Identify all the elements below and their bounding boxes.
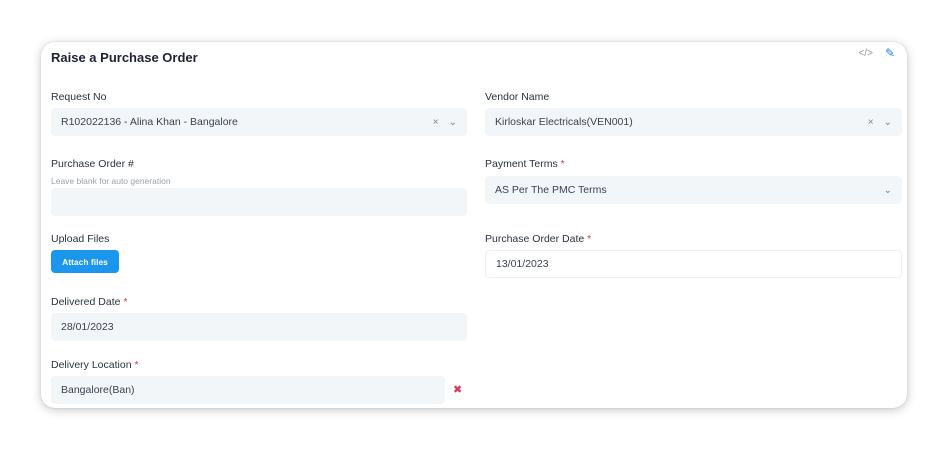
required-marker: * bbox=[134, 359, 139, 371]
header-actions: </> ✎ bbox=[858, 46, 895, 60]
remove-location-icon[interactable]: ✖ bbox=[453, 383, 462, 396]
vendor-name-select[interactable]: Kirloskar Electricals(VEN001) × ⌄ bbox=[485, 108, 902, 136]
purchase-order-date-value: 13/01/2023 bbox=[496, 258, 549, 270]
payment-terms-label-text: Payment Terms bbox=[485, 158, 558, 170]
vendor-name-label: Vendor Name bbox=[485, 91, 550, 103]
purchase-order-number-hint: Leave blank for auto generation bbox=[51, 176, 171, 186]
delivered-date-input[interactable]: 28/01/2023 bbox=[51, 313, 467, 341]
delivered-date-label-text: Delivered Date bbox=[51, 296, 121, 308]
chevron-down-icon[interactable]: ⌄ bbox=[449, 117, 457, 128]
payment-terms-label: Payment Terms * bbox=[485, 158, 565, 170]
delivery-location-label: Delivery Location * bbox=[51, 359, 139, 371]
required-marker: * bbox=[560, 158, 565, 170]
payment-terms-value: AS Per The PMC Terms bbox=[495, 184, 607, 196]
purchase-order-form: Raise a Purchase Order </> ✎ Request No … bbox=[41, 42, 907, 408]
purchase-order-date-label: Purchase Order Date * bbox=[485, 233, 591, 245]
purchase-order-number-label: Purchase Order # bbox=[51, 158, 134, 170]
request-no-label: Request No bbox=[51, 91, 107, 103]
clear-icon[interactable]: × bbox=[433, 117, 439, 128]
purchase-order-date-input[interactable]: 13/01/2023 bbox=[485, 250, 902, 278]
code-icon[interactable]: </> bbox=[858, 48, 872, 59]
payment-terms-select[interactable]: AS Per The PMC Terms ⌄ bbox=[485, 176, 902, 204]
delivery-location-label-text: Delivery Location bbox=[51, 359, 132, 371]
vendor-name-value: Kirloskar Electricals(VEN001) bbox=[495, 116, 633, 128]
attach-files-button[interactable]: Attach files bbox=[51, 250, 119, 273]
required-marker: * bbox=[123, 296, 128, 308]
form-title: Raise a Purchase Order bbox=[51, 50, 198, 65]
purchase-order-number-input[interactable] bbox=[51, 188, 467, 216]
delivery-location-value: Bangalore(Ban) bbox=[61, 384, 135, 396]
chevron-down-icon[interactable]: ⌄ bbox=[884, 117, 892, 128]
request-no-select[interactable]: R102022136 - Alina Khan - Bangalore × ⌄ bbox=[51, 108, 467, 136]
pencil-icon[interactable]: ✎ bbox=[885, 46, 895, 60]
purchase-order-date-label-text: Purchase Order Date bbox=[485, 233, 585, 245]
upload-files-label: Upload Files bbox=[51, 233, 110, 245]
required-marker: * bbox=[587, 233, 592, 245]
delivered-date-label: Delivered Date * bbox=[51, 296, 127, 308]
clear-icon[interactable]: × bbox=[868, 117, 874, 128]
chevron-down-icon[interactable]: ⌄ bbox=[884, 185, 892, 196]
delivery-location-input[interactable]: Bangalore(Ban) bbox=[51, 376, 445, 404]
delivered-date-value: 28/01/2023 bbox=[61, 321, 114, 333]
request-no-value: R102022136 - Alina Khan - Bangalore bbox=[61, 116, 238, 128]
